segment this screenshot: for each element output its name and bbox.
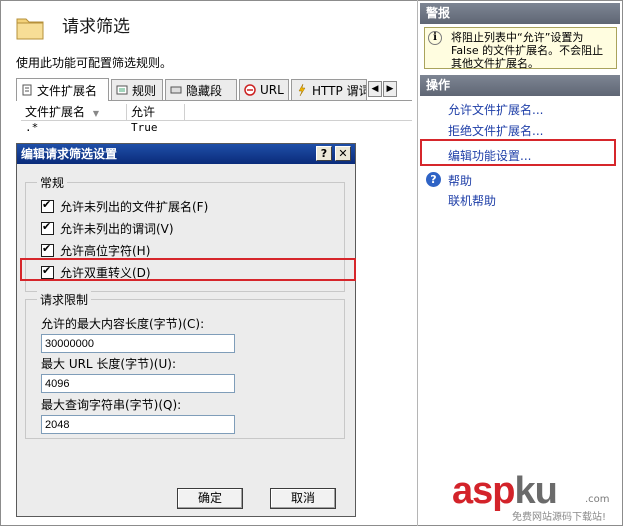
feature-tabstrip: 文件扩展名 规则 隐藏段 URL HTTP 谓词 ◀ ▶ (16, 78, 412, 101)
column-allowed[interactable]: 允许 (127, 104, 185, 121)
page-icon (21, 84, 33, 96)
checkbox-box[interactable] (41, 220, 54, 235)
allow-extension-link[interactable]: 允许文件扩展名... (448, 101, 543, 118)
column-extension[interactable]: 文件扩展名 ▼ (21, 104, 127, 121)
watermark-tagline: 免费网站源码下载站! (512, 512, 607, 523)
hidden-segment-icon (170, 84, 182, 96)
general-group-label: 常规 (37, 174, 68, 191)
tab-label: 文件扩展名 (37, 83, 98, 98)
tab-rules[interactable]: 规则 (111, 79, 163, 100)
alerts-header: 警报 (420, 3, 620, 24)
max-content-length-label: 允许的最大内容长度(字节)(C): (41, 317, 205, 331)
allow-high-bit-checkbox[interactable]: 允许高位字符(H) (41, 242, 150, 259)
ok-button[interactable]: 确定 (177, 488, 243, 509)
cell-allowed[interactable]: True (131, 121, 158, 134)
allow-unlisted-extensions-checkbox[interactable]: 允许未列出的文件扩展名(F) (41, 198, 208, 215)
tab-label: 隐藏段 (186, 83, 223, 98)
online-help-link[interactable]: 联机帮助 (448, 192, 496, 209)
tab-label: URL (260, 83, 284, 97)
request-limits-label: 请求限制 (37, 291, 92, 308)
info-icon: i (428, 31, 442, 45)
pane-divider (417, 0, 418, 526)
checkbox-box[interactable] (41, 198, 54, 213)
max-url-length-label: 最大 URL 长度(字节)(U): (41, 357, 176, 371)
page-description: 使用此功能可配置筛选规则。 (16, 56, 173, 70)
tab-http-verbs[interactable]: HTTP 谓词 (291, 79, 367, 100)
max-content-length-input[interactable] (41, 334, 235, 353)
tab-hidden-segments[interactable]: 隐藏段 (165, 79, 237, 100)
highlight-box (20, 258, 356, 281)
rules-icon (116, 84, 128, 96)
allow-unlisted-verbs-checkbox[interactable]: 允许未列出的谓词(V) (41, 220, 174, 237)
max-query-string-input[interactable] (41, 415, 235, 434)
max-query-string-label: 最大查询字符串(字节)(Q): (41, 398, 182, 412)
dialog-title: 编辑请求筛选设置 (17, 144, 355, 164)
http-verb-icon (296, 83, 308, 97)
edit-settings-dialog: 编辑请求筛选设置 ? ✕ 常规 允许未列出的文件扩展名(F) 允许未列出的谓词(… (16, 143, 356, 517)
edit-feature-settings-link[interactable]: 编辑功能设置... (448, 147, 531, 164)
alert-message: 将阻止列表中“允许”设置为 False 的文件扩展名。不会阻止其他文件扩展名。 (424, 27, 617, 70)
checkbox-box[interactable] (41, 242, 54, 257)
deny-extension-link[interactable]: 拒绝文件扩展名... (448, 122, 543, 139)
cancel-button[interactable]: 取消 (270, 488, 336, 509)
watermark-suffix: .com (585, 494, 610, 505)
help-icon: ? (426, 172, 441, 187)
cell-extension[interactable]: .* (25, 121, 38, 134)
actions-header: 操作 (420, 75, 620, 96)
tab-scroll-right-icon[interactable]: ▶ (383, 81, 397, 97)
tab-url[interactable]: URL (239, 79, 289, 100)
tab-label: HTTP 谓词 (312, 83, 367, 98)
extensions-grid-header: 文件扩展名 ▼ 允许 (21, 104, 412, 121)
sort-down-icon: ▼ (92, 109, 99, 118)
watermark-logo: aspku (452, 470, 558, 512)
url-block-icon (244, 84, 256, 96)
page-title: 请求筛选 (62, 17, 130, 37)
close-button[interactable]: ✕ (335, 146, 351, 161)
help-button[interactable]: ? (316, 146, 332, 161)
folder-icon (16, 14, 44, 40)
help-link[interactable]: 帮助 (448, 172, 472, 189)
tab-file-extensions[interactable]: 文件扩展名 (16, 78, 109, 101)
max-url-length-input[interactable] (41, 374, 235, 393)
tab-scroll-left-icon[interactable]: ◀ (368, 81, 382, 97)
tab-label: 规则 (132, 83, 157, 98)
